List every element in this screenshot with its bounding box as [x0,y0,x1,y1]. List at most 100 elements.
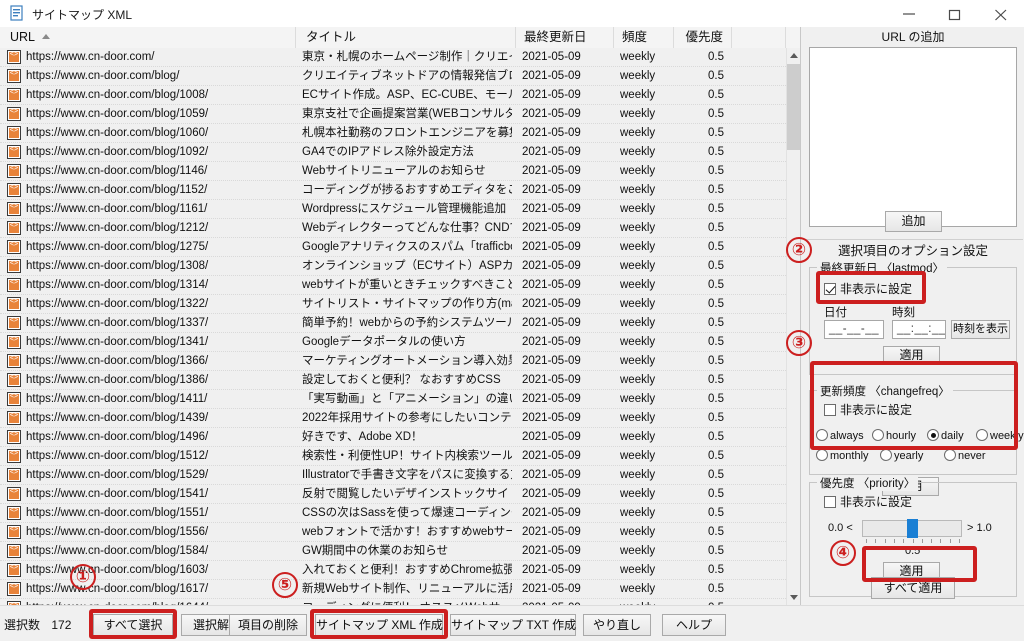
table-row[interactable]: https://www.cn-door.com/blog/1060/札幌本社勤務… [0,124,786,143]
xml-file-icon [7,448,21,463]
changefreq-radio-monthly[interactable]: monthly [816,449,869,462]
table-row[interactable]: https://www.cn-door.com/blog/1308/オンラインシ… [0,257,786,276]
column-header-lastmod[interactable]: 最終更新日 [518,27,614,48]
create-sitemap-xml-button[interactable]: サイトマップ XML 作成 [315,614,443,636]
apply-all-button[interactable]: すべて適用 [871,577,955,599]
cell-priority: 0.5 [708,355,724,367]
lastmod-time-input[interactable]: __:__:__ [892,320,946,339]
cell-url: https://www.cn-door.com/blog/1341/ [26,336,209,348]
table-row[interactable]: https://www.cn-door.com/blog/1411/ 「実写動画」… [0,390,786,409]
changefreq-group: 更新頻度 〈changefreq〉 非表示に設定 always hourly dai… [809,383,1024,475]
table-row[interactable]: https://www.cn-door.com/blog/1146/Webサイト… [0,162,786,181]
lastmod-hide-checkbox[interactable]: 非表示に設定 [824,280,912,297]
cell-lastmod: 2021-05-09 [522,184,581,196]
add-url-textarea[interactable] [809,47,1017,227]
table-row[interactable]: https://www.cn-door.com/blog/1366/マーケティン… [0,352,786,371]
cell-url: https://www.cn-door.com/blog/1541/ [26,488,209,500]
cell-priority: 0.5 [708,260,724,272]
cell-priority: 0.5 [708,545,724,557]
xml-file-icon [7,372,21,387]
cell-lastmod: 2021-05-09 [522,355,581,367]
table-row[interactable]: https://www.cn-door.com/blog/1439/2022年採… [0,409,786,428]
scroll-down-arrow[interactable] [787,589,800,605]
cell-title: 東京支社で企画提案営業(WEBコンサルタン… [302,108,512,120]
list-vertical-scrollbar[interactable] [786,48,800,605]
column-header-title[interactable]: タイトル [300,27,516,48]
table-row[interactable]: https://www.cn-door.com/blog/1322/サイトリスト… [0,295,786,314]
priority-hide-checkbox[interactable]: 非表示に設定 [824,493,912,510]
table-row[interactable]: https://www.cn-door.com/blog/1275/Google… [0,238,786,257]
table-row[interactable]: https://www.cn-door.com/blog/1496/好きです、A… [0,428,786,447]
cell-changefreq: weekly [620,583,656,595]
create-sitemap-txt-button[interactable]: サイトマップ TXT 作成 [450,614,576,636]
lastmod-apply-button[interactable]: 適用 [883,346,940,365]
select-all-button[interactable]: すべて選択 [93,614,173,636]
cell-url: https://www.cn-door.com/blog/1322/ [26,298,209,310]
cell-changefreq: weekly [620,260,656,272]
priority-value: 0.5 [905,545,921,557]
table-row[interactable]: https://www.cn-door.com/blog/1617/新規Webサ… [0,580,786,599]
table-row[interactable]: https://www.cn-door.com/blog/1314/webサイト… [0,276,786,295]
help-button[interactable]: ヘルプ [662,614,726,636]
scroll-up-arrow[interactable] [787,48,800,64]
changefreq-radio-yearly[interactable]: yearly [880,449,923,462]
cell-title: マーケティングオートメーション導入効果をご… [302,355,512,367]
cell-url: https://www.cn-door.com/ [26,51,155,63]
undo-button[interactable]: やり直し [583,614,651,636]
cell-url: https://www.cn-door.com/blog/1496/ [26,431,209,443]
table-row[interactable]: https://www.cn-door.com/blog/クリエイティブネットド… [0,67,786,86]
selection-count-value: 172 [51,618,72,632]
url-list-view[interactable]: URL タイトル 最終更新日 頻度 優先度 https://www.cn-door.co… [0,27,800,605]
table-row[interactable]: https://www.cn-door.com/blog/1212/Webディレ… [0,219,786,238]
marker-4: ④ [830,540,856,566]
close-button[interactable] [978,0,1024,27]
table-row[interactable]: https://www.cn-door.com/blog/1161/Wordpr… [0,200,786,219]
scrollbar-thumb[interactable] [787,64,800,150]
checkbox-icon [824,404,836,416]
table-row[interactable]: https://www.cn-door.com/blog/1386/設定しておく… [0,371,786,390]
changefreq-radio-hourly[interactable]: hourly [872,429,916,442]
cell-priority: 0.5 [708,184,724,196]
changefreq-radio-weekly[interactable]: weekly [976,429,1024,442]
table-row[interactable]: https://www.cn-door.com/blog/1092/GA4でのI… [0,143,786,162]
table-row[interactable]: https://www.cn-door.com/blog/1603/入れておくと… [0,561,786,580]
cell-priority: 0.5 [708,222,724,234]
cell-title: Webサイトリニューアルのお知らせ [302,165,486,177]
table-row[interactable]: https://www.cn-door.com/blog/1008/ECサイト作… [0,86,786,105]
table-row[interactable]: https://www.cn-door.com/blog/1059/東京支社で企… [0,105,786,124]
table-row[interactable]: https://www.cn-door.com/blog/1529/Illust… [0,466,786,485]
minimize-button[interactable] [886,0,932,27]
lastmod-date-input[interactable]: __-__-__ [824,320,884,339]
cell-url: https://www.cn-door.com/blog/1386/ [26,374,209,386]
cell-lastmod: 2021-05-09 [522,146,581,158]
cell-lastmod: 2021-05-09 [522,488,581,500]
table-row[interactable]: https://www.cn-door.com/blog/1556/webフォン… [0,523,786,542]
cell-url: https://www.cn-door.com/blog/1212/ [26,222,209,234]
table-row[interactable]: https://www.cn-door.com/東京・札幌のホームページ制作｜ク… [0,48,786,67]
cell-lastmod: 2021-05-09 [522,70,581,82]
priority-slider-thumb[interactable] [907,519,918,538]
show-time-button[interactable]: 時刻を表示 [951,320,1010,339]
xml-file-icon [7,239,21,254]
delete-item-button[interactable]: 項目の削除 [229,614,307,636]
column-header-url[interactable]: URL [4,27,296,48]
list-body[interactable]: https://www.cn-door.com/東京・札幌のホームページ制作｜ク… [0,48,786,605]
table-row[interactable]: https://www.cn-door.com/blog/1337/簡単予約！w… [0,314,786,333]
add-url-button[interactable]: 追加 [885,211,942,232]
table-row[interactable]: https://www.cn-door.com/blog/1512/検索性・利便… [0,447,786,466]
table-row[interactable]: https://www.cn-door.com/blog/1584/GW期間中の… [0,542,786,561]
table-row[interactable]: https://www.cn-door.com/blog/1152/コーディング… [0,181,786,200]
changefreq-radio-always[interactable]: always [816,429,864,442]
cell-priority: 0.5 [708,412,724,424]
cell-priority: 0.5 [708,317,724,329]
table-row[interactable]: https://www.cn-door.com/blog/1551/CSSの次は… [0,504,786,523]
column-header-changefreq[interactable]: 頻度 [616,27,674,48]
table-row[interactable]: https://www.cn-door.com/blog/1541/反射で閲覧し… [0,485,786,504]
column-header-blank[interactable] [734,27,786,48]
maximize-button[interactable] [932,0,978,27]
changefreq-hide-checkbox[interactable]: 非表示に設定 [824,401,912,418]
column-header-priority[interactable]: 優先度 [676,27,732,48]
changefreq-radio-never[interactable]: never [944,449,986,462]
table-row[interactable]: https://www.cn-door.com/blog/1341/Google… [0,333,786,352]
changefreq-radio-daily[interactable]: daily [927,429,964,442]
